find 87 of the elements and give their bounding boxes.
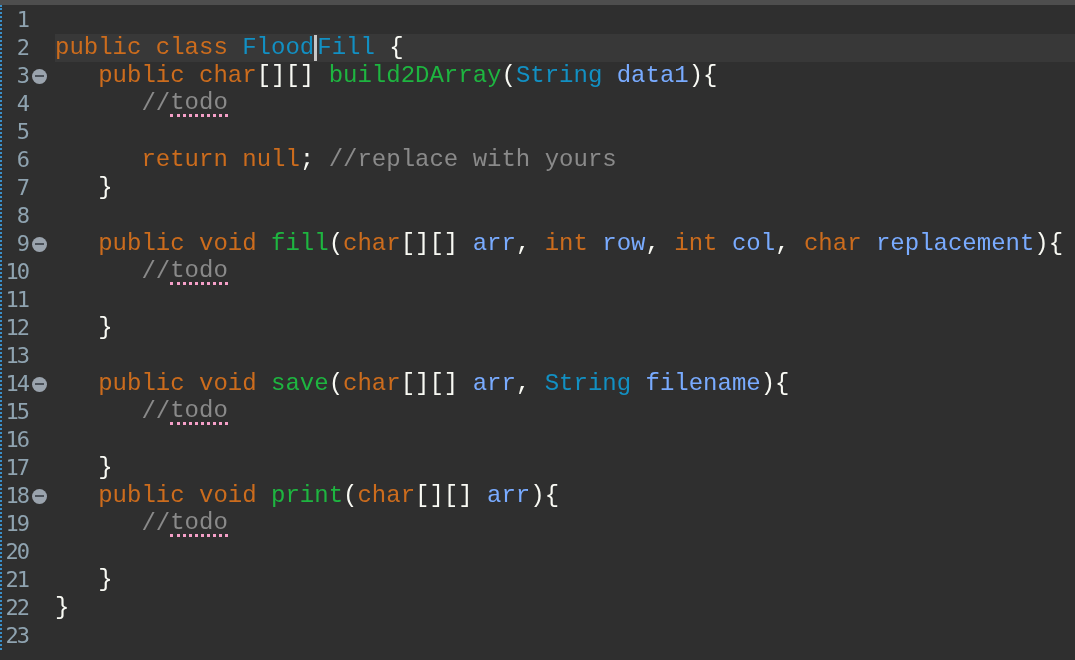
line-number: 7 — [15, 174, 28, 202]
line-number: 5 — [15, 118, 28, 146]
collapse-icon[interactable] — [32, 236, 47, 252]
comment-text: // — [141, 398, 171, 426]
line-number: 8 — [15, 202, 28, 230]
collapse-icon[interactable] — [32, 488, 47, 504]
keyword-text: char — [343, 230, 401, 258]
line-number: 6 — [15, 146, 28, 174]
line-number: 2 — [15, 34, 28, 62]
line-number: 20 — [4, 538, 28, 566]
punctuation-text: } — [98, 454, 113, 482]
method-name-text: print — [271, 482, 344, 510]
line-number: 12 — [4, 314, 28, 342]
line-number: 4 — [15, 90, 28, 118]
line-number: 10 — [4, 258, 28, 286]
line-number: 22 — [4, 594, 28, 622]
punctuation-text: [][] — [415, 482, 473, 510]
comment-text: // — [141, 258, 171, 286]
punctuation-text: , — [515, 230, 531, 258]
keyword-text: public class — [55, 34, 228, 62]
misspelled-word: todo — [170, 91, 228, 117]
punctuation-text: [][] — [400, 370, 459, 398]
line-number: 16 — [4, 426, 28, 454]
keyword-text: public void — [98, 370, 257, 398]
parameter-text: row — [602, 230, 646, 258]
parameter-text: arr — [472, 370, 516, 398]
punctuation-text: } — [98, 174, 113, 202]
method-name-text: fill — [271, 230, 329, 258]
punctuation-text: ){ — [760, 370, 790, 398]
keyword-text: int — [544, 230, 588, 258]
line-number: 18 — [4, 482, 28, 510]
punctuation-text: } — [98, 314, 113, 342]
parameter-text: replacement — [875, 230, 1035, 258]
type-name-text: String — [515, 62, 603, 90]
keyword-text: public char — [98, 62, 257, 90]
punctuation-text: ){ — [1034, 230, 1064, 258]
keyword-text: public void — [98, 482, 257, 510]
type-name-text: String — [544, 370, 632, 398]
punctuation-text: { — [389, 34, 404, 62]
punctuation-text: ){ — [688, 62, 718, 90]
punctuation-text: , — [775, 230, 790, 258]
punctuation-text: ( — [501, 62, 516, 90]
parameter-text: data1 — [616, 62, 689, 90]
keyword-text: char — [357, 482, 416, 510]
punctuation-text: ){ — [530, 482, 560, 510]
misspelled-word: todo — [170, 399, 228, 425]
type-name-text: Fill — [317, 34, 375, 62]
punctuation-text: [][] — [256, 62, 315, 90]
line-number: 17 — [4, 454, 28, 482]
punctuation-text: } — [98, 566, 113, 594]
collapse-icon[interactable] — [32, 376, 47, 392]
comment-text: //replace with yours — [328, 146, 617, 174]
line-number: 9 — [15, 230, 28, 258]
keyword-text: return null — [141, 146, 300, 174]
punctuation-text: , — [515, 370, 531, 398]
line-number: 23 — [4, 622, 28, 650]
misspelled-word: todo — [170, 511, 228, 537]
keyword-text: char — [803, 230, 862, 258]
method-name-text: build2DArray — [328, 62, 502, 90]
punctuation-text: [][] — [400, 230, 459, 258]
collapse-icon[interactable] — [32, 68, 47, 84]
keyword-text: int — [674, 230, 718, 258]
comment-text: // — [141, 510, 171, 538]
line-number: 15 — [4, 398, 28, 426]
punctuation-text: } — [55, 594, 70, 622]
type-name-text: Flood — [242, 34, 315, 62]
parameter-text: filename — [645, 370, 761, 398]
punctuation-text: ( — [328, 230, 344, 258]
parameter-text: arr — [472, 230, 516, 258]
keyword-text: public void — [98, 230, 257, 258]
punctuation-text: ( — [328, 370, 344, 398]
line-number: 1 — [15, 6, 28, 34]
line-number: 3 — [15, 62, 28, 90]
line-number: 13 — [4, 342, 28, 370]
parameter-text: col — [731, 230, 776, 258]
line-number: 11 — [4, 286, 28, 314]
punctuation-text: ( — [343, 482, 358, 510]
line-number: 19 — [4, 510, 28, 538]
line-number: 14 — [4, 370, 28, 398]
keyword-text: char — [343, 370, 401, 398]
line-number: 21 — [4, 566, 28, 594]
misspelled-word: todo — [170, 259, 228, 285]
method-name-text: save — [271, 370, 329, 398]
punctuation-text: ; — [299, 146, 315, 174]
parameter-text: arr — [487, 482, 531, 510]
comment-text: // — [141, 90, 171, 118]
punctuation-text: , — [645, 230, 660, 258]
